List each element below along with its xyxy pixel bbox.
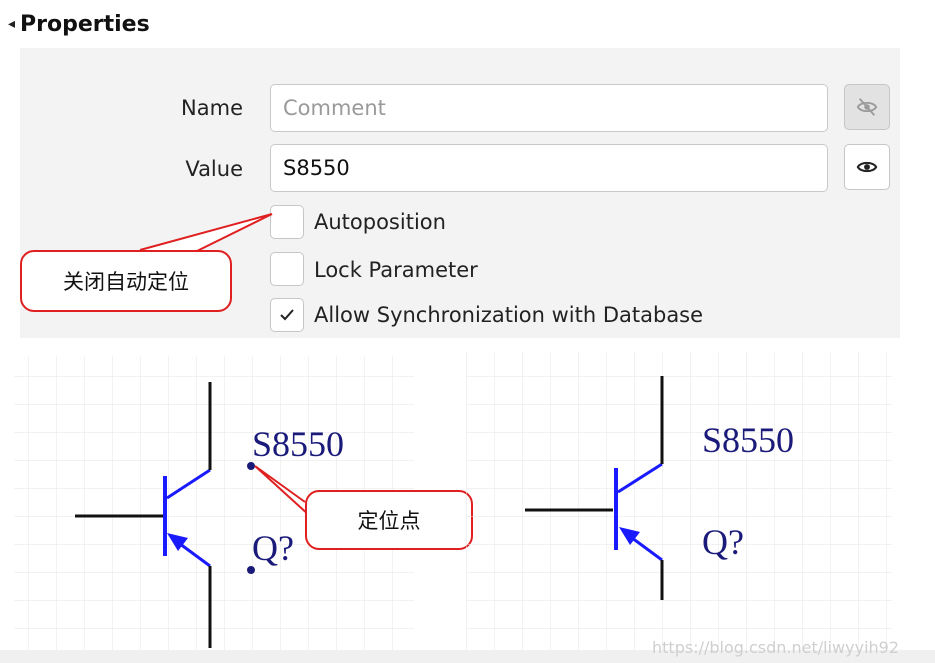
left-value-text: S8550: [252, 424, 344, 464]
autoposition-callout: 关闭自动定位: [20, 250, 232, 312]
autoposition-pointer: [139, 213, 273, 253]
right-designator-text: Q?: [702, 522, 744, 562]
autoposition-callout-text: 关闭自动定位: [63, 270, 189, 294]
left-designator-text: Q?: [252, 528, 294, 568]
grid-right: [466, 352, 892, 650]
schematic-right: S8550 Q?: [466, 352, 892, 650]
watermark: https://blog.csdn.net/liwyyih92: [652, 638, 900, 657]
anchor-callout: 定位点: [305, 490, 473, 550]
anchor-callout-text: 定位点: [357, 509, 421, 533]
right-value-text: S8550: [702, 420, 794, 460]
